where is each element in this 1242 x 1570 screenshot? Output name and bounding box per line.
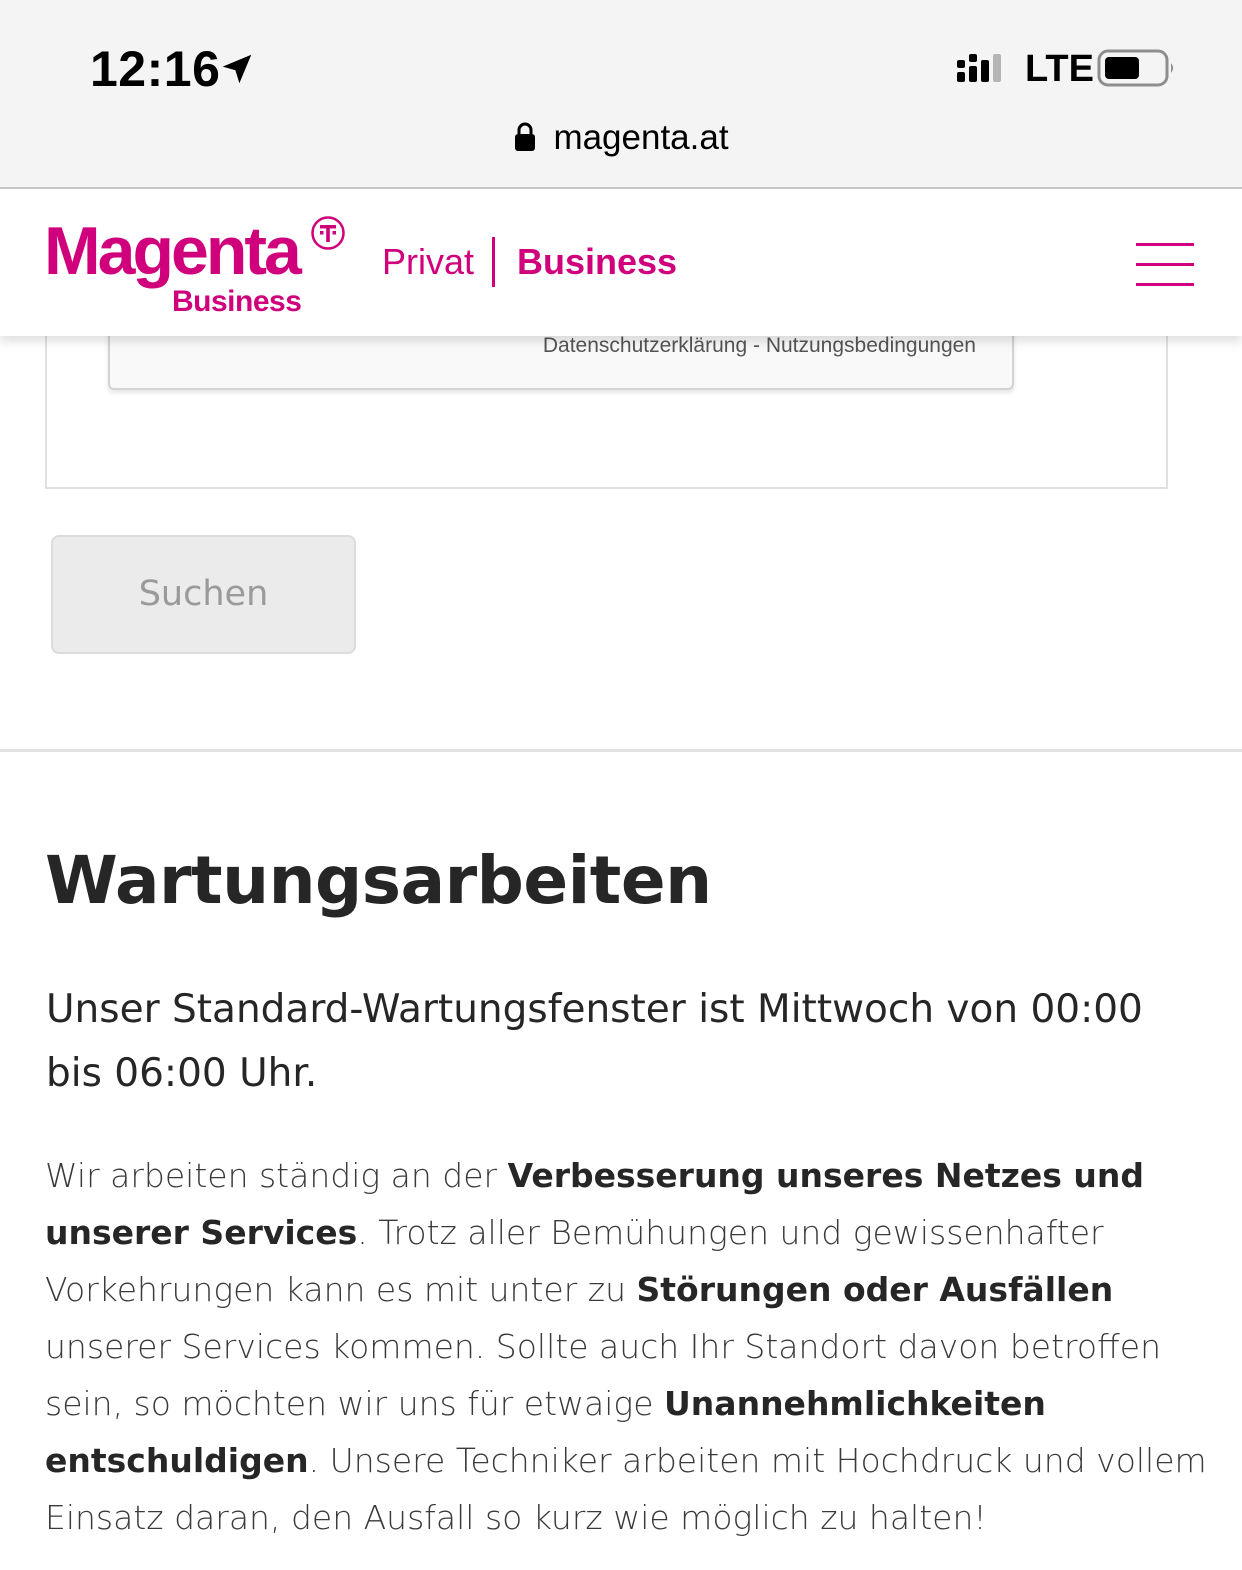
page-heading: Wartungsarbeiten: [45, 842, 712, 919]
body-text-1: Wir arbeiten ständig an der: [45, 1156, 508, 1195]
magenta-business-logo[interactable]: Magenta Business: [44, 211, 354, 321]
maintenance-description: Wir arbeiten ständig an der Verbesserung…: [45, 1147, 1210, 1546]
telekom-t-icon: [311, 216, 345, 250]
nav-link-privat[interactable]: Privat: [382, 241, 474, 283]
body-emphasis-2: Störungen oder Ausfällen: [636, 1270, 1114, 1309]
network-type: LTE: [1025, 48, 1094, 90]
location-arrow-icon: [222, 54, 252, 84]
url-text: magenta.at: [553, 118, 729, 157]
hamburger-menu-icon[interactable]: [1136, 243, 1196, 287]
address-bar[interactable]: magenta.at: [0, 118, 1242, 166]
recaptcha-links: Datenschutzerklärung - Nutzungsbedingung…: [543, 334, 976, 358]
maintenance-window-text: Unser Standard-Wartungsfenster ist Mittw…: [46, 987, 1143, 1096]
nav-divider: [492, 237, 495, 287]
nav-link-business[interactable]: Business: [517, 241, 677, 283]
privacy-link[interactable]: Datenschutzerklärung: [543, 334, 747, 357]
search-button[interactable]: Suchen: [51, 535, 356, 654]
terms-link[interactable]: Nutzungsbedingungen: [766, 334, 976, 357]
logo-word: Magenta: [44, 213, 302, 289]
section-divider: [0, 749, 1242, 752]
signal-icon: [957, 54, 1001, 82]
link-separator: -: [747, 334, 766, 357]
site-header: Magenta Business Privat Business: [0, 189, 1242, 336]
status-time: 12:16: [90, 41, 221, 97]
lock-icon: [515, 122, 536, 151]
browser-chrome: 12:16 LTE magenta.at: [0, 0, 1242, 189]
battery-icon: [1097, 49, 1173, 87]
logo-sub: Business: [172, 285, 302, 318]
